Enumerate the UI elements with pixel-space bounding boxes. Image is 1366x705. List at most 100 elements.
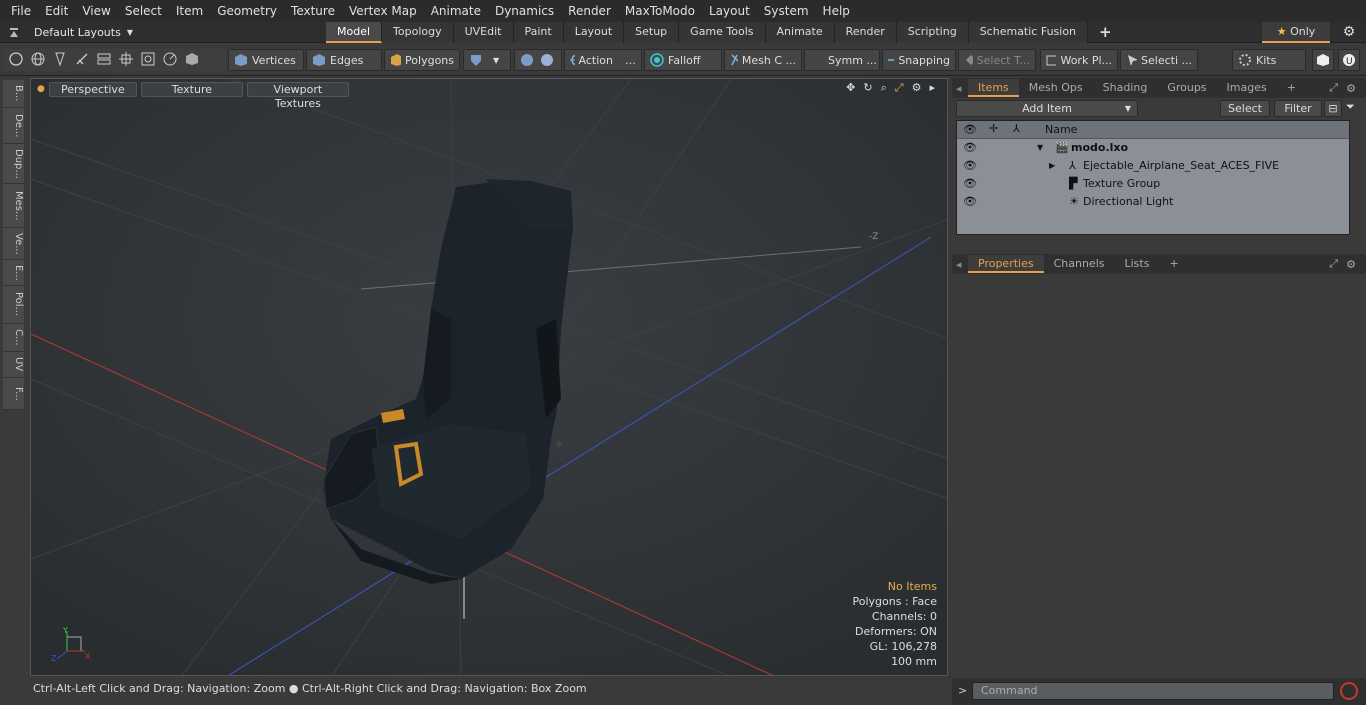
visibility-eye-icon[interactable]: 👁 <box>963 193 977 211</box>
expand-panel-icon[interactable]: ⤢ <box>1329 81 1338 95</box>
tab-setup[interactable]: Setup <box>624 22 680 43</box>
brush-icon[interactable] <box>75 52 89 69</box>
snapping-button[interactable]: Snapping <box>882 49 956 71</box>
gear-icon[interactable]: ⚙ <box>1340 24 1358 42</box>
tab-items[interactable]: Items <box>968 79 1019 97</box>
panel-settings-icon[interactable]: ⚙ <box>1346 82 1356 95</box>
expand-panel-icon[interactable]: ⤢ <box>1329 257 1338 271</box>
left-tab-duplicate[interactable]: Dup... <box>3 144 24 184</box>
tab-animate[interactable]: Animate <box>765 22 835 43</box>
viewport-textures-dropdown[interactable]: Viewport Textures <box>246 81 349 110</box>
left-tab-deform[interactable]: De... <box>3 108 24 144</box>
left-tab-curve[interactable]: C... <box>3 324 24 352</box>
transform-icon[interactable] <box>119 51 133 69</box>
collapse-button[interactable]: ⊟ <box>1324 100 1342 117</box>
tab-lists[interactable]: Lists <box>1115 255 1160 273</box>
tab-render[interactable]: Render <box>834 22 897 43</box>
panel-settings-icon[interactable]: ⚙ <box>1346 258 1356 271</box>
only-button[interactable]: ★ Only <box>1262 22 1330 43</box>
left-tab-fusion[interactable]: F... <box>3 378 24 410</box>
work-plane-button[interactable]: Work Pl... <box>1040 49 1118 71</box>
texture-dropdown[interactable]: Texture <box>140 81 243 97</box>
menu-item[interactable]: Item <box>169 0 210 22</box>
tab-groups[interactable]: Groups <box>1157 79 1216 97</box>
cube-solid-icon[interactable] <box>185 52 199 69</box>
tab-topology[interactable]: Topology <box>382 22 454 43</box>
command-input[interactable]: Command <box>972 682 1334 700</box>
menu-file[interactable]: File <box>4 0 38 22</box>
timer-icon[interactable] <box>163 52 177 69</box>
menu-maxtomodo[interactable]: MaxToModo <box>618 0 702 22</box>
tab-properties[interactable]: Properties <box>968 255 1044 273</box>
left-tab-edge[interactable]: E... <box>3 260 24 286</box>
material-dropdown[interactable]: ▼ <box>463 49 511 71</box>
zoom-view-icon[interactable]: ⌕ <box>881 81 887 95</box>
rotate-view-icon[interactable]: ↻ <box>863 81 872 95</box>
3d-viewport[interactable]: -Z Y X Z ● Perspective Texture Viewport … <box>30 78 948 676</box>
select-through-button[interactable]: Select T... <box>958 49 1036 71</box>
menu-geometry[interactable]: Geometry <box>210 0 284 22</box>
unreal-button[interactable]: U <box>1338 49 1360 71</box>
falloff-button[interactable]: Falloff <box>644 49 722 71</box>
select-button[interactable]: Select <box>1220 100 1270 117</box>
add-panel-tab-button[interactable]: + <box>1277 79 1306 97</box>
tab-uvedit[interactable]: UVEdit <box>453 22 514 43</box>
menu-animate[interactable]: Animate <box>424 0 488 22</box>
menu-view[interactable]: View <box>75 0 117 22</box>
selection-sets-button[interactable]: Selecti ... <box>1120 49 1198 71</box>
menu-layout[interactable]: Layout <box>702 0 757 22</box>
menu-texture[interactable]: Texture <box>284 0 342 22</box>
viewport-dot-icon[interactable]: ● <box>37 84 45 94</box>
tab-game-tools[interactable]: Game Tools <box>679 22 766 43</box>
filter-button[interactable]: Filter <box>1274 100 1322 117</box>
unity-button[interactable] <box>1312 49 1334 71</box>
expand-arrow-icon[interactable]: ▼ <box>1037 139 1043 157</box>
menu-render[interactable]: Render <box>561 0 618 22</box>
edges-button[interactable]: Edges <box>306 49 382 71</box>
item-row-mesh[interactable]: 👁 ▶ ⅄ Ejectable_Airplane_Seat_ACES_FIVE <box>957 157 1349 175</box>
tab-images[interactable]: Images <box>1217 79 1277 97</box>
perspective-dropdown[interactable]: Perspective <box>48 81 137 97</box>
item-row-texture-group[interactable]: 👁 ▛ Texture Group <box>957 175 1349 193</box>
vertices-button[interactable]: Vertices <box>228 49 304 71</box>
tab-channels[interactable]: Channels <box>1044 255 1115 273</box>
left-tab-mesh-edit[interactable]: Mes... <box>3 184 24 228</box>
left-tab-uv[interactable]: UV <box>3 352 24 378</box>
tab-layout[interactable]: Layout <box>563 22 625 43</box>
tab-paint[interactable]: Paint <box>513 22 564 43</box>
menu-dynamics[interactable]: Dynamics <box>488 0 561 22</box>
menu-edit[interactable]: Edit <box>38 0 75 22</box>
action-button[interactable]: Action… <box>564 49 642 71</box>
expand-arrow-icon[interactable]: ▶ <box>1049 157 1055 175</box>
menu-select[interactable]: Select <box>118 0 169 22</box>
item-row-scene[interactable]: 👁 ▼ 🎬 modo.lxo <box>957 139 1349 157</box>
left-tab-polygon[interactable]: Pol... <box>3 286 24 324</box>
add-item-dropdown[interactable]: Add Item ▼ <box>956 100 1138 117</box>
name-column-header[interactable]: Name <box>1045 123 1077 136</box>
pen-icon[interactable] <box>53 52 67 69</box>
menu-help[interactable]: Help <box>816 0 857 22</box>
tab-scripting[interactable]: Scripting <box>896 22 969 43</box>
tab-model[interactable]: Model <box>326 22 383 43</box>
panel-grip-icon[interactable]: ◂ <box>952 258 968 271</box>
viewport-expand-icon[interactable]: ▸ <box>929 81 935 95</box>
left-tab-vertex[interactable]: Ve... <box>3 228 24 260</box>
visibility-eye-icon[interactable]: 👁 <box>963 175 977 193</box>
fit-view-icon[interactable]: ⤢ <box>895 81 904 95</box>
tab-mesh-ops[interactable]: Mesh Ops <box>1019 79 1093 97</box>
add-tab-button[interactable]: + <box>1088 22 1123 43</box>
circle-select-icon[interactable] <box>9 51 23 69</box>
panel-grip-icon[interactable]: ◂ <box>952 82 968 95</box>
tab-schematic-fusion[interactable]: Schematic Fusion <box>968 22 1089 43</box>
mesh-constraint-button[interactable]: Mesh C ... <box>724 49 802 71</box>
visibility-eye-icon[interactable]: 👁 <box>963 139 977 157</box>
kits-button[interactable]: Kits <box>1232 49 1306 71</box>
left-tab-basic[interactable]: B... <box>3 80 24 108</box>
item-row-directional-light[interactable]: 👁 ☀ Directional Light <box>957 193 1349 211</box>
polygons-button[interactable]: Polygons <box>384 49 460 71</box>
tab-shading[interactable]: Shading <box>1093 79 1158 97</box>
align-icon[interactable] <box>97 52 111 69</box>
symmetry-button[interactable]: Symm ... <box>804 49 880 71</box>
move-view-icon[interactable]: ✥ <box>846 81 855 95</box>
frame-icon[interactable] <box>141 52 155 69</box>
